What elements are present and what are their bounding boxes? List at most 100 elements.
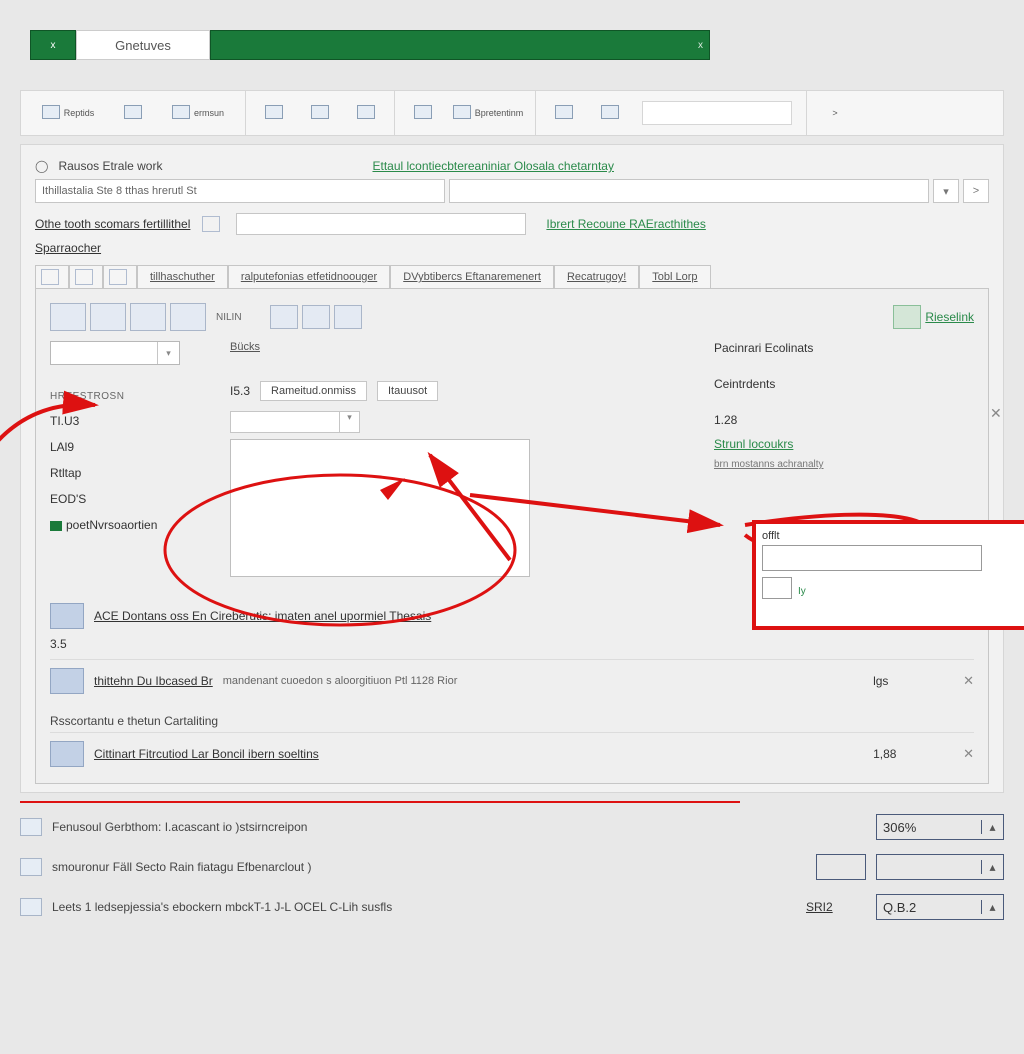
ribbon-more-button[interactable] [590, 95, 630, 131]
callout-label-2: Iy [798, 586, 806, 597]
mini-icon [202, 216, 220, 232]
ribbon-search-input[interactable] [642, 101, 792, 125]
row-3: Rtltap [50, 460, 210, 486]
list-item-action-icon[interactable]: ✕ [963, 673, 974, 689]
tab-small-button[interactable]: x [30, 30, 76, 60]
present-icon [453, 105, 471, 119]
left-dropdown-1[interactable]: ▾ [50, 341, 180, 365]
tab-6[interactable]: DVybtibercs Eftanaremenert [390, 265, 554, 289]
mid-button-1[interactable]: Rameitud.onmiss [260, 381, 367, 401]
ribbon-reports-button[interactable]: Reptids [29, 95, 107, 131]
breadcrumb-right-link[interactable]: Ettaul lcontiecbtereaniniar Olosala chet… [372, 159, 613, 173]
list-item-name[interactable]: ACE Dontans oss En Cireberutis: imaten a… [94, 609, 431, 623]
ribbon-chart-button[interactable] [346, 95, 386, 131]
right-sublabel[interactable]: brn mostanns achranalty [714, 459, 974, 470]
ribbon-export-button[interactable]: ermsun [159, 95, 237, 131]
palette-icon-2[interactable] [90, 303, 126, 331]
stepper-up-button[interactable]: ▴ [981, 900, 1003, 914]
ribbon-expand-button[interactable]: > [815, 95, 855, 131]
palette-icon-right[interactable] [893, 305, 921, 329]
window-tabs: x Gnetuves x [30, 30, 1024, 60]
footer-prefix[interactable]: SRI2 [806, 900, 866, 914]
mid-value-row: I5.3 Rameitud.onmiss Itauusot [230, 381, 438, 401]
breadcrumb-label: Rausos Etrale work [58, 159, 162, 173]
mail-icon [265, 105, 283, 119]
callout-input-2[interactable] [762, 577, 792, 599]
breadcrumb-row: ◯ Rausos Etrale work Ettaul lcontiecbter… [35, 159, 989, 173]
row-header: HREESTROSN [50, 385, 210, 408]
tab-icon-3[interactable] [103, 265, 137, 289]
subrow-link-2[interactable]: Sparraocher [35, 241, 101, 255]
list-item-name[interactable]: Cittinart Fitrcutiod Lar Boncil ibern so… [94, 747, 319, 761]
palette-icon-7[interactable] [334, 305, 362, 329]
palette-icon-3[interactable] [130, 303, 166, 331]
tab-main[interactable]: Gnetuves [76, 30, 210, 60]
palette-icon-5[interactable] [270, 305, 298, 329]
palette-icon-1[interactable] [50, 303, 86, 331]
tab-7[interactable]: Recatrugoy! [554, 265, 639, 289]
icon-palette: NILIN Rieselink [50, 303, 974, 331]
row-4: EOD'S [50, 486, 210, 512]
row-2: LAl9 [50, 434, 210, 460]
list-item[interactable]: Cittinart Fitrcutiod Lar Boncil ibern so… [50, 732, 974, 775]
ribbon-print-button[interactable] [300, 95, 340, 131]
palette-icon-6[interactable] [302, 305, 330, 329]
palette-icon-4[interactable] [170, 303, 206, 331]
search-input[interactable] [35, 179, 445, 203]
search-input-2[interactable] [449, 179, 929, 203]
menu-icon [124, 105, 142, 119]
row-1: TI.U3 [50, 408, 210, 434]
ribbon-menu-button[interactable] [113, 95, 153, 131]
stepper-up-button[interactable]: ▴ [981, 820, 1003, 834]
footer-stepper-2b[interactable]: ▴ [876, 854, 1004, 880]
stepper-up-button[interactable]: ▴ [981, 860, 1003, 874]
list-item[interactable]: thittehn Du Ibcased Br mandenant cuoedon… [50, 659, 974, 702]
mid-button-2[interactable]: Itauusot [377, 381, 438, 401]
right-value-1: 1.28 [714, 413, 974, 427]
tab-8[interactable]: Tobl Lorp [639, 265, 710, 289]
status-square-icon [50, 521, 62, 531]
callout-input-1[interactable] [762, 545, 982, 571]
tab-icon-1[interactable] [35, 265, 69, 289]
tab-icon-2[interactable] [69, 265, 103, 289]
stepper-value: 306% [877, 820, 981, 835]
footer-checkbox-2[interactable] [20, 858, 42, 876]
list-sub-value: 3.5 [50, 637, 94, 651]
footer-stepper-2a[interactable] [816, 854, 866, 880]
export-icon [172, 105, 190, 119]
list-item-value: lgs [873, 674, 953, 688]
footer-stepper-3[interactable]: Q.B.2 ▴ [876, 894, 1004, 920]
subrow-right-link[interactable]: Ibrert Recoune RAEracthithes [546, 217, 705, 231]
search-row: ▾ > [35, 179, 989, 203]
list-item-action-icon[interactable]: ✕ [963, 746, 974, 762]
ribbon-book-button[interactable] [544, 95, 584, 131]
chevron-down-icon: ▾ [339, 412, 359, 432]
canvas-box[interactable] [230, 439, 530, 577]
palette-right-link[interactable]: Rieselink [925, 310, 974, 324]
tab-4[interactable]: tillhaschuther [137, 265, 228, 289]
ribbon-mail-button[interactable] [254, 95, 294, 131]
panel-close-button[interactable]: ✕ [990, 405, 1012, 425]
tab-5[interactable]: ralputefonias etfetidnoouger [228, 265, 390, 289]
subrow-link-1[interactable]: Othe tooth scomars fertillithel [35, 217, 190, 231]
footer-label-3: Leets 1 ledsepjessia's ebockern mbckT-1 … [52, 900, 796, 914]
list-item-name[interactable]: thittehn Du Ibcased Br [94, 674, 213, 688]
search-dropdown-button[interactable]: ▾ [933, 179, 959, 203]
callout-panel: offlt Iy [752, 520, 1024, 630]
folder-icon [50, 741, 84, 767]
search-filter-button[interactable]: > [963, 179, 989, 203]
mid-dropdown-label[interactable]: Bücks [230, 341, 694, 353]
ribbon-present-button[interactable]: Bpretentinm [449, 95, 527, 131]
subrow-inline-input[interactable] [236, 213, 526, 235]
right-link-2[interactable]: Strunl locoukrs [714, 437, 974, 451]
mid-dropdown[interactable]: ▾ [230, 411, 360, 433]
list-icon [414, 105, 432, 119]
footer-checkbox-1[interactable] [20, 818, 42, 836]
ribbon-list-button[interactable] [403, 95, 443, 131]
right-label-1: Pacinrari Ecolinats [714, 341, 974, 355]
footer-stepper-1[interactable]: 306% ▴ [876, 814, 1004, 840]
section-heading: Rsscortantu e thetun Cartaliting [50, 714, 974, 728]
search-small-icon: ◯ [35, 159, 48, 173]
footer-checkbox-3[interactable] [20, 898, 42, 916]
footer-row-2: smouronur Fäll Secto Rain fiatagu Efbena… [20, 847, 1004, 887]
